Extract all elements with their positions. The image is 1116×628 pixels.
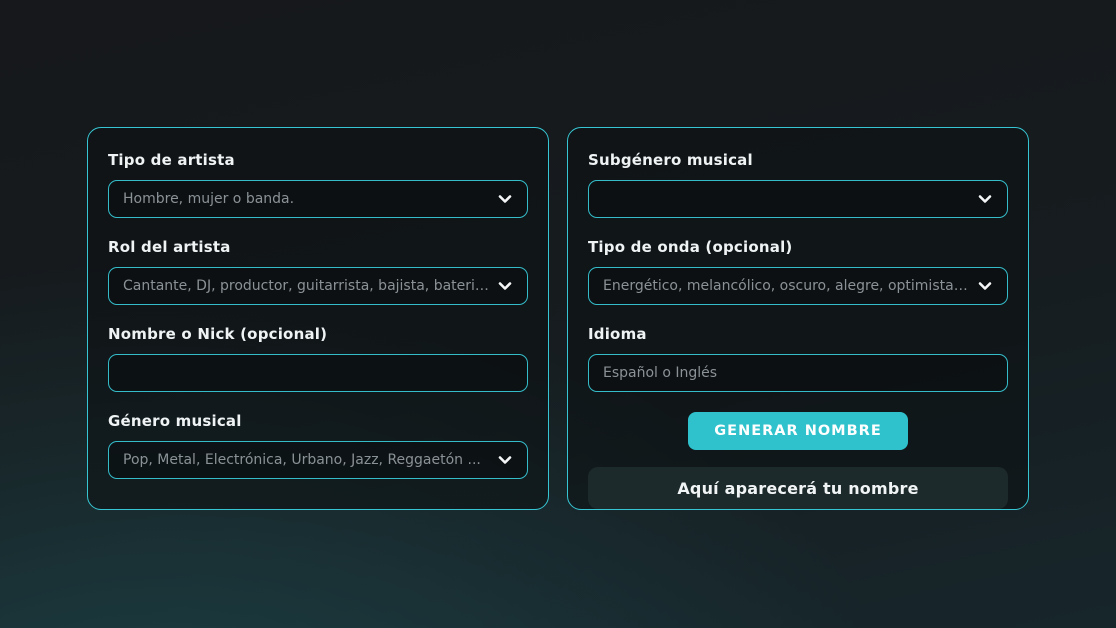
tipo-de-onda-label: Tipo de onda (opcional) [588,238,1008,256]
chevron-down-icon [497,452,513,468]
rol-del-artista-select[interactable]: Cantante, DJ, productor, guitarrista, ba… [108,267,528,305]
generated-name-result: Aquí aparecerá tu nombre [588,467,1008,509]
chevron-down-icon [497,191,513,207]
field-group-nombre-nick: Nombre o Nick (opcional) [108,325,528,392]
nombre-nick-input[interactable] [108,354,528,392]
tipo-de-artista-select[interactable]: Hombre, mujer o banda. [108,180,528,218]
nombre-nick-label: Nombre o Nick (opcional) [108,325,528,343]
field-group-tipo-de-artista: Tipo de artista Hombre, mujer o banda. [108,151,528,218]
genero-musical-label: Género musical [108,412,528,430]
tipo-de-artista-label: Tipo de artista [108,151,528,169]
chevron-down-icon [977,278,993,294]
right-form-panel: Subgénero musical Tipo de onda (opcional… [567,127,1029,510]
genero-musical-select[interactable]: Pop, Metal, Electrónica, Urbano, Jazz, R… [108,441,528,479]
field-group-tipo-de-onda: Tipo de onda (opcional) Energético, mela… [588,238,1008,305]
select-placeholder: Hombre, mujer o banda. [123,191,294,207]
chevron-down-icon [497,278,513,294]
rol-del-artista-label: Rol del artista [108,238,528,256]
artist-name-generator: Tipo de artista Hombre, mujer o banda. R… [0,0,1116,510]
field-group-subgenero-musical: Subgénero musical [588,151,1008,218]
chevron-down-icon [977,191,993,207]
page: { "theme": { "accent_border": "#36c6d3",… [0,0,1116,628]
subgenero-musical-select[interactable] [588,180,1008,218]
generate-button-row: GENERAR NOMBRE [588,412,1008,450]
subgenero-musical-label: Subgénero musical [588,151,1008,169]
idioma-input[interactable] [588,354,1008,392]
field-group-rol-del-artista: Rol del artista Cantante, DJ, productor,… [108,238,528,305]
generate-name-button[interactable]: GENERAR NOMBRE [688,412,907,450]
select-placeholder: Cantante, DJ, productor, guitarrista, ba… [123,278,489,294]
select-placeholder: Energético, melancólico, oscuro, alegre,… [603,278,969,294]
left-form-panel: Tipo de artista Hombre, mujer o banda. R… [87,127,549,510]
select-placeholder: Pop, Metal, Electrónica, Urbano, Jazz, R… [123,452,481,468]
field-group-genero-musical: Género musical Pop, Metal, Electrónica, … [108,412,528,479]
idioma-label: Idioma [588,325,1008,343]
field-group-idioma: Idioma [588,325,1008,392]
tipo-de-onda-select[interactable]: Energético, melancólico, oscuro, alegre,… [588,267,1008,305]
